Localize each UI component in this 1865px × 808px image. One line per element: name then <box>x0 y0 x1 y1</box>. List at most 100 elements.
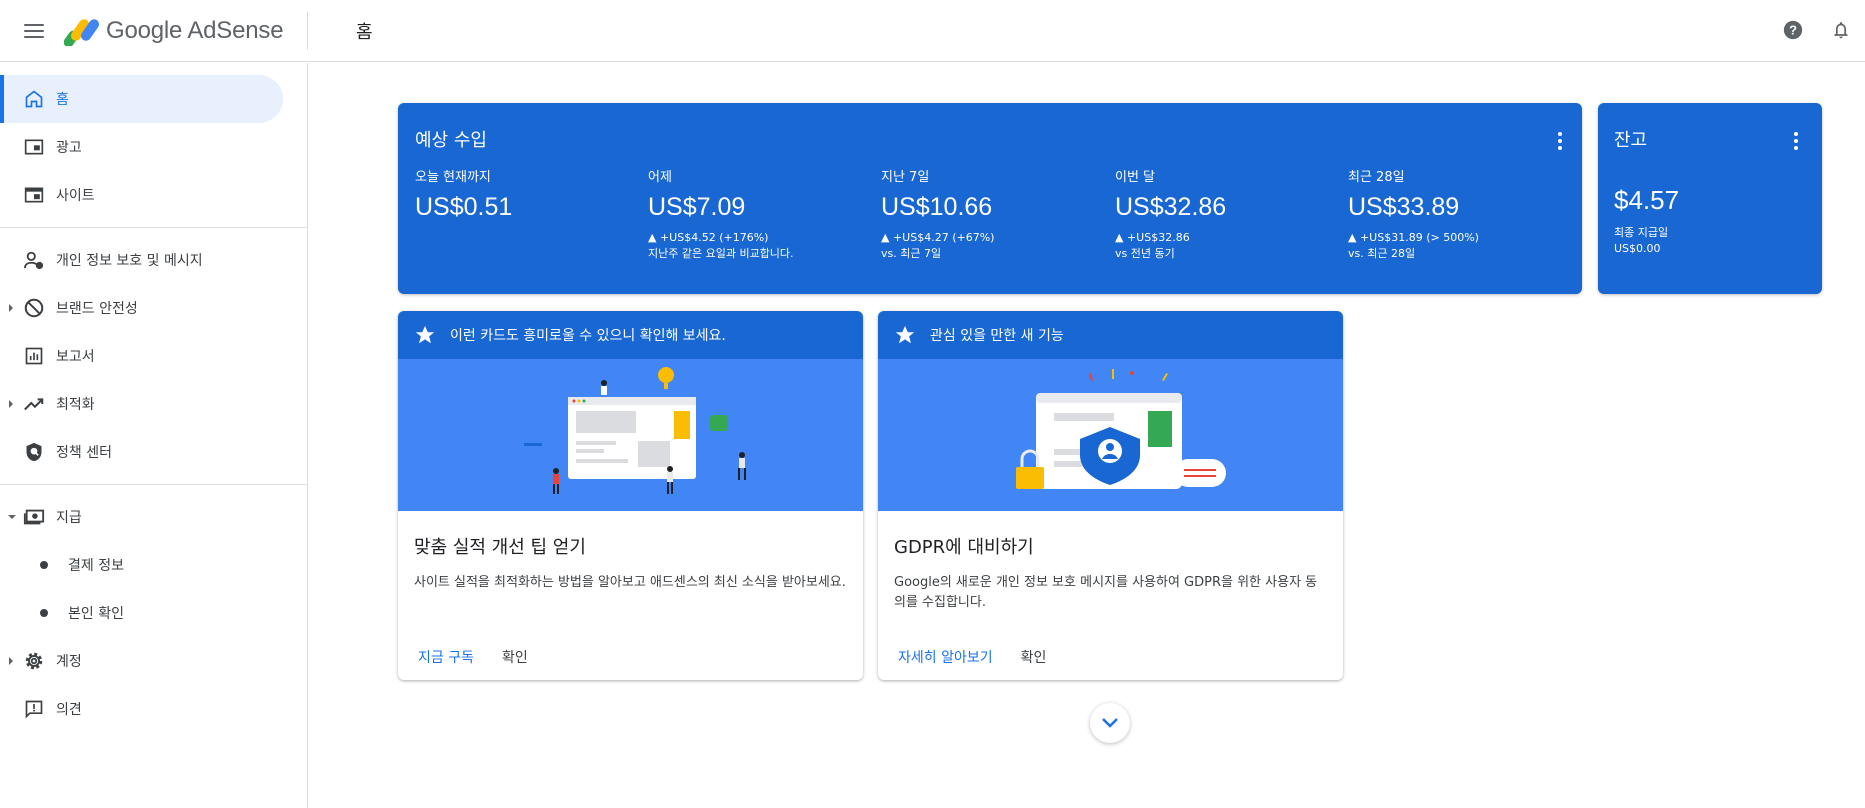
scroll-down-button[interactable] <box>1090 703 1130 743</box>
sidebar-item-optimization[interactable]: 최적화 <box>0 380 307 428</box>
sidebar-item-home[interactable]: 홈 <box>0 75 283 123</box>
sidebar-item-privacy-messaging[interactable]: 개인 정보 보호 및 메시지 <box>0 236 307 284</box>
metric-delta: ▲ +US$4.52 (+176%) <box>648 231 769 244</box>
top-divider <box>307 12 308 50</box>
sidebar-item-label: 홈 <box>56 92 69 108</box>
sidebar-item-brand-safety[interactable]: 브랜드 안전성 <box>0 284 307 332</box>
sidebar-item-policy-center[interactable]: 정책 센터 <box>0 428 307 476</box>
card-title: 예상 수입 <box>415 130 487 151</box>
metric-label: 어제 <box>648 170 672 185</box>
gdpr-illustration <box>878 359 1343 511</box>
promo-card-header-text: 이런 카드도 흥미로울 수 있으니 확인해 보세요. <box>450 328 726 344</box>
sidebar-item-sites[interactable]: 사이트 <box>0 171 307 219</box>
metric-delta: ▲ +US$32.86 <box>1115 231 1190 244</box>
last-payment-value: US$0.00 <box>1614 242 1661 255</box>
balance-card: 잔고 $4.57 최종 지급일 US$0.00 <box>1598 103 1822 294</box>
notifications-icon[interactable] <box>1829 18 1853 42</box>
promo-card-tips: 이런 카드도 흥미로울 수 있으니 확인해 보세요. 맞춤 실적 개선 팁 얻기… <box>398 311 863 680</box>
menu-icon[interactable] <box>18 18 50 44</box>
last-payment-label: 최종 지급일 <box>1614 226 1669 239</box>
metric-compare: vs 전년 동기 <box>1115 247 1175 260</box>
metric-label: 이번 달 <box>1115 170 1156 185</box>
adsense-logo-mark <box>64 19 100 46</box>
metric-compare: vs. 최근 7일 <box>881 247 942 260</box>
sidebar-item-label: 본인 확인 <box>68 606 124 622</box>
sidebar-item-reports[interactable]: 보고서 <box>0 332 307 380</box>
promo-card-text: Google의 새로운 개인 정보 보호 메시지를 사용하여 GDPR을 위한 … <box>894 575 1318 610</box>
subscribe-now-button[interactable]: 지금 구독 <box>414 641 478 673</box>
sidebar-nav: 홈 광고 사이트 개인 정보 보호 및 메시지 브랜드 안전성 보고서 최적화 … <box>0 63 308 808</box>
collapse-caret-icon[interactable] <box>8 515 16 519</box>
sidebar-item-label: 계정 <box>56 654 82 670</box>
metric-label: 최근 28일 <box>1348 170 1405 185</box>
sidebar-item-label: 브랜드 안전성 <box>56 301 138 317</box>
more-options-icon[interactable] <box>1784 129 1808 153</box>
metric-value: US$10.66 <box>881 193 993 221</box>
help-icon[interactable]: ? <box>1781 18 1805 42</box>
metric-label: 오늘 현재까지 <box>415 170 491 185</box>
promo-card-title: 맞춤 실적 개선 팁 얻기 <box>414 537 586 558</box>
promo-card-header: 관심 있을 만한 새 기능 <box>878 311 1343 359</box>
top-app-bar: Google AdSense 홈 ? <box>0 0 1865 62</box>
dismiss-button[interactable]: 확인 <box>1017 641 1051 673</box>
star-icon <box>414 324 436 346</box>
metric-delta: ▲ +US$4.27 (+67%) <box>881 231 995 244</box>
block-icon <box>22 296 46 320</box>
sidebar-item-label: 사이트 <box>56 188 95 204</box>
reports-icon <box>22 344 46 368</box>
payments-icon <box>22 505 46 529</box>
sidebar-item-label: 의견 <box>56 702 82 718</box>
sidebar-item-label: 개인 정보 보호 및 메시지 <box>56 253 203 269</box>
page-title: 홈 <box>356 22 373 43</box>
metric-today: 오늘 현재까지 US$0.51 <box>415 166 635 222</box>
metric-this-month: 이번 달 US$32.86 ▲ +US$32.86 vs 전년 동기 <box>1115 166 1335 262</box>
sidebar-item-label: 보고서 <box>56 349 95 365</box>
metric-yesterday: 어제 US$7.09 ▲ +US$4.52 (+176%) 지난주 같은 요일과… <box>648 166 868 262</box>
svg-text:?: ? <box>1789 23 1797 38</box>
adsense-logo[interactable]: Google AdSense <box>64 14 284 48</box>
home-icon <box>22 87 46 111</box>
shield-icon <box>22 440 46 464</box>
estimated-earnings-card: 예상 수입 오늘 현재까지 US$0.51 어제 US$7.09 ▲ +US$4… <box>398 103 1582 294</box>
sidebar-item-label: 결제 정보 <box>68 558 124 574</box>
expand-caret-icon[interactable] <box>9 400 13 408</box>
metric-delta: ▲ +US$31.89 (> 500%) <box>1348 231 1479 244</box>
expand-caret-icon[interactable] <box>9 304 13 312</box>
learn-more-button[interactable]: 자세히 알아보기 <box>894 641 997 673</box>
chevron-down-icon <box>1102 718 1118 728</box>
metric-last-28-days: 최근 28일 US$33.89 ▲ +US$31.89 (> 500%) vs.… <box>1348 166 1568 262</box>
ads-icon <box>22 135 46 159</box>
metric-label: 지난 7일 <box>881 170 930 185</box>
promo-card-text: 사이트 실적을 최적화하는 방법을 알아보고 애드센스의 최신 소식을 받아보세… <box>414 575 846 590</box>
metric-value: US$33.89 <box>1348 193 1460 221</box>
trending-icon <box>22 392 46 416</box>
sidebar-subitem-payment-info[interactable]: 결제 정보 <box>0 541 307 589</box>
privacy-icon <box>22 248 46 272</box>
metric-last-7-days: 지난 7일 US$10.66 ▲ +US$4.27 (+67%) vs. 최근 … <box>881 166 1101 262</box>
sidebar-item-label: 정책 센터 <box>56 445 112 461</box>
sites-icon <box>22 183 46 207</box>
tips-illustration <box>398 359 863 511</box>
more-options-icon[interactable] <box>1548 129 1572 153</box>
card-title: 잔고 <box>1614 130 1648 151</box>
metric-value: US$0.51 <box>415 193 513 221</box>
sidebar-item-feedback[interactable]: 의견 <box>0 685 307 733</box>
sidebar-item-label: 최적화 <box>56 397 95 413</box>
metric-compare: vs. 최근 28일 <box>1348 247 1416 260</box>
dismiss-button[interactable]: 확인 <box>498 641 532 673</box>
metric-value: US$7.09 <box>648 193 746 221</box>
sidebar-item-label: 지급 <box>56 510 82 526</box>
promo-card-header-text: 관심 있을 만한 새 기능 <box>930 328 1064 344</box>
metric-compare: 지난주 같은 요일과 비교합니다. <box>648 247 794 260</box>
sidebar-subitem-verification[interactable]: 본인 확인 <box>0 589 307 637</box>
metric-value: US$32.86 <box>1115 193 1227 221</box>
sidebar-item-account[interactable]: 계정 <box>0 637 307 685</box>
sidebar-item-payments[interactable]: 지급 <box>0 493 307 541</box>
bullet-icon <box>40 561 48 569</box>
sidebar-item-ads[interactable]: 광고 <box>0 123 307 171</box>
app-name: Google AdSense <box>106 17 284 44</box>
bullet-icon <box>40 609 48 617</box>
promo-card-gdpr: 관심 있을 만한 새 기능 GDPR에 대비하기 Google의 새로운 개인 … <box>878 311 1343 680</box>
sidebar-item-label: 광고 <box>56 140 82 156</box>
expand-caret-icon[interactable] <box>9 657 13 665</box>
